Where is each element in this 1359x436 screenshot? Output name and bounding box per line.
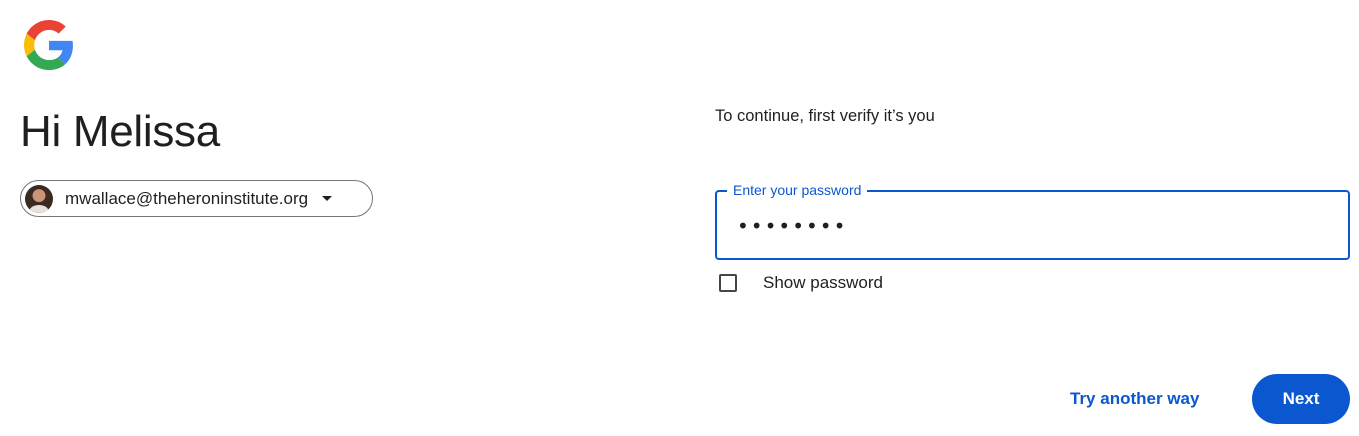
show-password-checkbox[interactable]: [719, 274, 737, 292]
verify-instruction: To continue, first verify it’s you: [715, 107, 935, 125]
caret-down-icon: [322, 196, 333, 201]
password-field[interactable]: Enter your password: [715, 181, 1350, 260]
try-another-way-button[interactable]: Try another way: [1058, 374, 1211, 424]
next-button[interactable]: Next: [1252, 374, 1350, 424]
account-email: mwallace@theheroninstitute.org: [65, 188, 309, 208]
password-field-label: Enter your password: [727, 181, 868, 199]
greeting-title: Hi Melissa: [20, 107, 220, 156]
show-password-label: Show password: [763, 273, 884, 292]
account-chooser-button[interactable]: mwallace@theheroninstitute.org: [20, 180, 373, 217]
sign-in-page: Hi Melissa mwallace@theheroninstitute.or…: [0, 0, 1359, 436]
google-logo-icon: [24, 20, 73, 70]
show-password-toggle[interactable]: Show password: [719, 273, 883, 293]
user-avatar: [25, 184, 53, 213]
password-input[interactable]: [735, 210, 1329, 242]
